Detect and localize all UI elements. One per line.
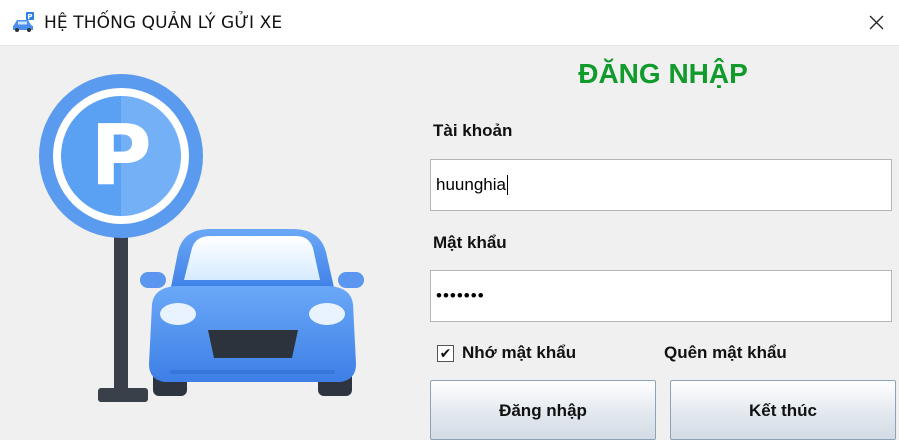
parking-car-icon: P xyxy=(13,12,34,32)
parking-sign-car-icon: P xyxy=(39,74,364,402)
username-value: huunghia xyxy=(436,175,506,194)
password-value: ••••••• xyxy=(436,286,485,305)
checkbox-box[interactable]: ✔ xyxy=(437,344,454,362)
remember-password-checkbox[interactable]: ✔ Nhớ mật khẩu xyxy=(437,343,576,363)
close-icon xyxy=(869,15,884,30)
close-button[interactable] xyxy=(853,0,899,45)
password-label: Mật khẩu xyxy=(433,233,507,252)
login-button[interactable]: Đăng nhập xyxy=(430,380,656,440)
parking-letter: P xyxy=(90,106,152,204)
exit-button[interactable]: Kết thúc xyxy=(670,380,896,440)
window-title: HỆ THỐNG QUẢN LÝ GỬI XE xyxy=(44,13,283,33)
svg-text:P: P xyxy=(27,13,32,21)
forgot-password-link[interactable]: Quên mật khẩu xyxy=(664,343,787,363)
username-label: Tài khoản xyxy=(433,121,513,140)
text-caret xyxy=(506,175,508,195)
check-mark-icon: ✔ xyxy=(439,345,452,361)
password-input[interactable]: ••••••• xyxy=(430,270,892,322)
title-bar: P HỆ THỐNG QUẢN LÝ GỬI XE xyxy=(0,0,899,46)
remember-password-label: Nhớ mật khẩu xyxy=(462,343,577,362)
login-heading: ĐĂNG NHẬP xyxy=(578,58,748,89)
username-input[interactable]: huunghia xyxy=(430,159,892,211)
